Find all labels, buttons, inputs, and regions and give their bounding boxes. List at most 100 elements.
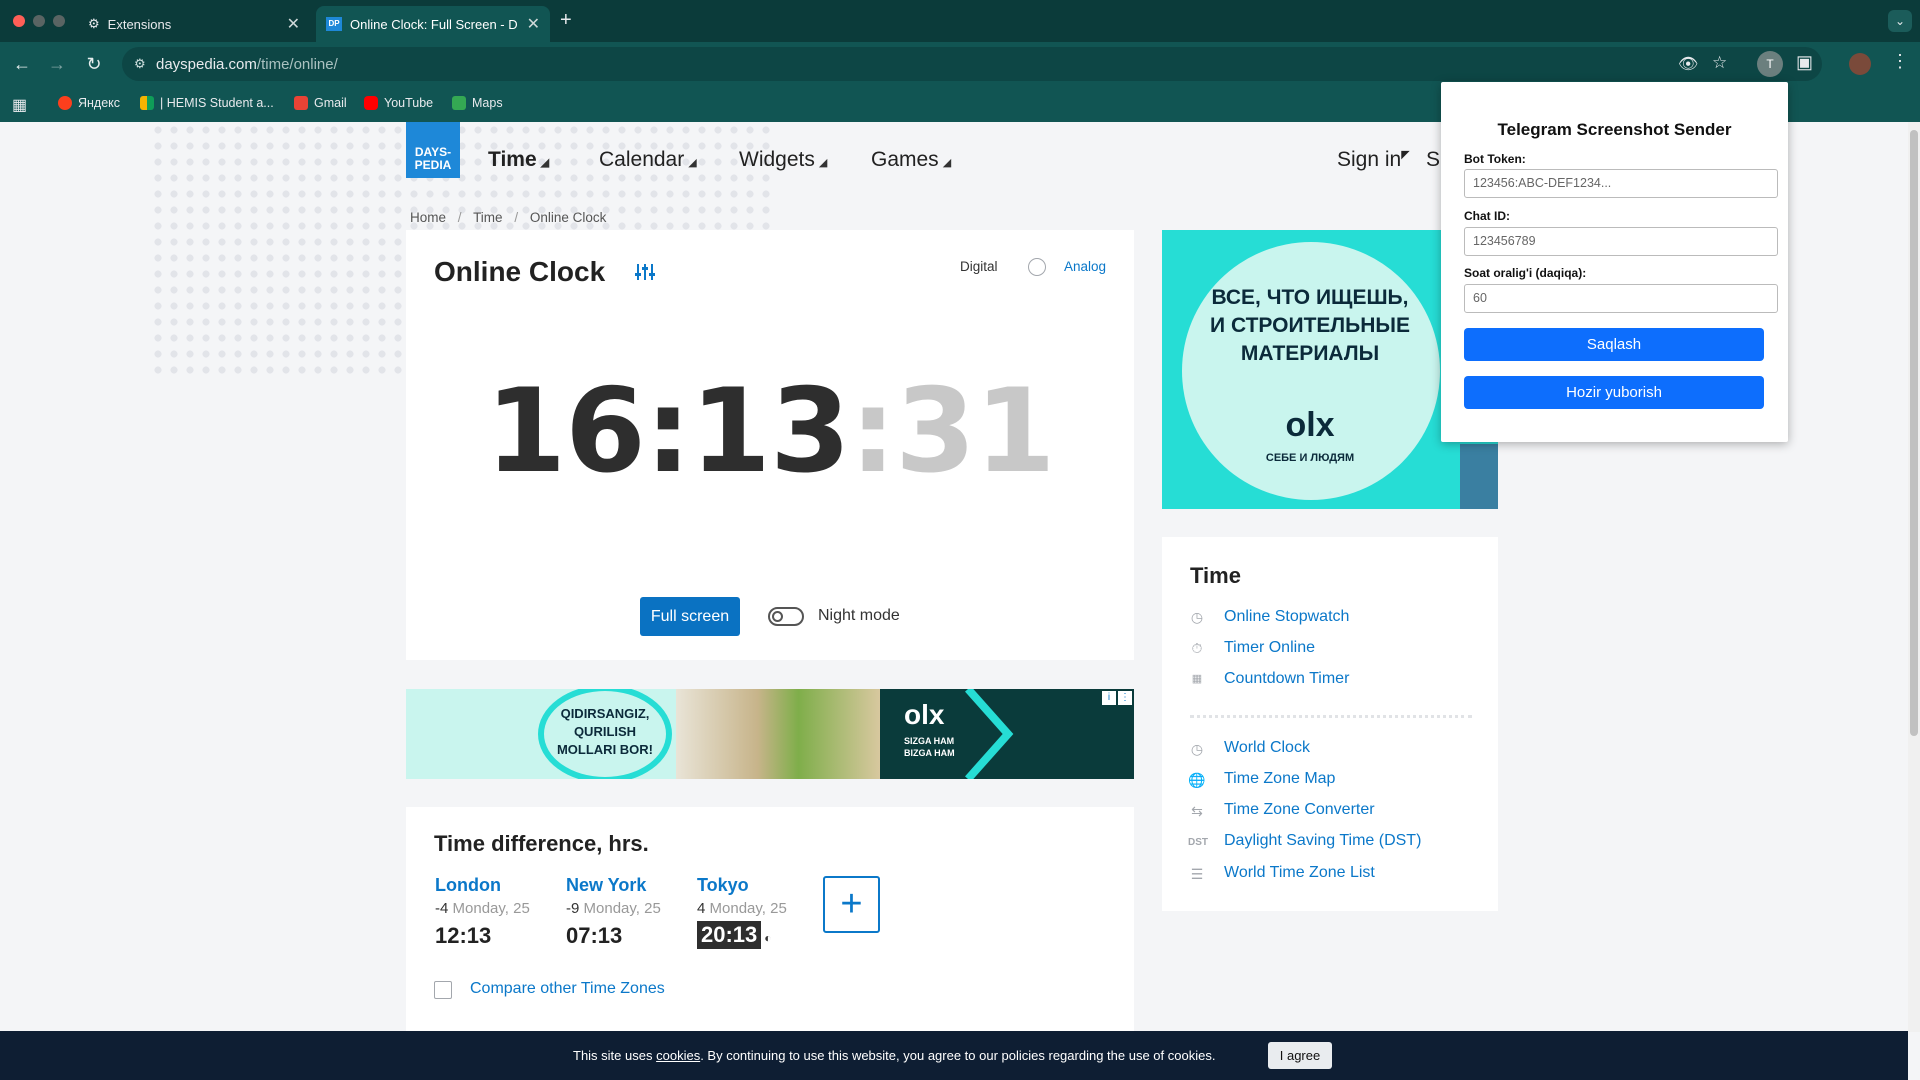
interval-input[interactable]: 60	[1464, 284, 1778, 313]
settings-sliders-icon[interactable]	[634, 262, 656, 282]
scrollbar-thumb[interactable]	[1910, 130, 1918, 736]
chevron-icon: ◢	[942, 157, 952, 169]
sidebar-item-time-zone-converter[interactable]: Time Zone Converter	[1224, 801, 1375, 819]
sidebar-item-countdown-timer[interactable]: Countdown Timer	[1224, 670, 1349, 688]
close-icon[interactable]: ✕	[527, 14, 540, 34]
sidebar-time-card: Time	[1162, 537, 1498, 911]
new-tab-icon[interactable]: +	[560, 9, 572, 32]
ad-close-icon[interactable]: ⋮	[1118, 691, 1132, 705]
chat-id-input[interactable]: 123456789	[1464, 227, 1778, 256]
extension-telegram-icon[interactable]: T	[1757, 51, 1783, 77]
youtube-icon	[364, 96, 378, 110]
city-time: 12:13	[435, 923, 492, 948]
page-title: Online Clock	[434, 256, 606, 287]
dayspedia-favicon-icon: DP	[326, 17, 342, 31]
city-name[interactable]: London	[435, 875, 530, 896]
sidebar-item-world-time-zone-list[interactable]: World Time Zone List	[1224, 864, 1375, 882]
menu-games[interactable]: Games ◢	[871, 148, 951, 172]
ad-tagline: СЕБЕ И ЛЮДЯМ	[1265, 452, 1355, 464]
cookie-policy-link[interactable]: cookies	[656, 1048, 700, 1063]
city-date: Monday, 25	[709, 900, 787, 917]
digital-mode-tab[interactable]: Digital	[960, 259, 998, 274]
sidebar-title: Time	[1190, 563, 1241, 588]
sidebar-item-online-stopwatch[interactable]: Online Stopwatch	[1224, 608, 1349, 626]
city-offset: -9	[566, 900, 580, 917]
forward-arrow-icon[interactable]: →	[45, 52, 69, 76]
compare-timezones-link[interactable]: Compare other Time Zones	[470, 980, 665, 998]
send-now-button[interactable]: Hozir yuborish	[1464, 376, 1764, 409]
secondary-menu-partial[interactable]: S	[1426, 148, 1440, 172]
sidebar-item-timer-online[interactable]: Timer Online	[1224, 639, 1315, 657]
bookmark-youtube[interactable]: YouTube	[364, 96, 433, 110]
ad-olx-banner[interactable]: QIDIRSANGIZ, QURILISH MOLLARI BOR! olx S…	[406, 689, 1134, 779]
close-icon[interactable]: ✕	[287, 14, 300, 34]
bookmark-hemis[interactable]: | HEMIS Student a...	[140, 96, 274, 110]
sign-in-label: Sign in	[1337, 148, 1402, 171]
window-minimize-dot[interactable]	[33, 15, 45, 27]
tab-online-clock[interactable]: DP Online Clock: Full Screen - D ✕	[316, 6, 550, 42]
interval-label: Soat oralig'i (daqiqa):	[1464, 266, 1587, 280]
half-moon-icon: ◐	[764, 931, 772, 945]
add-city-button[interactable]: +	[823, 876, 880, 933]
reload-icon[interactable]: ↻	[82, 52, 106, 76]
city-name[interactable]: Tokyo	[697, 875, 787, 896]
save-button[interactable]: Saqlash	[1464, 328, 1764, 361]
dst-icon: DST	[1188, 837, 1208, 848]
city-london[interactable]: London -4 Monday, 25 12:13	[435, 875, 530, 949]
url-host: dayspedia.com	[156, 55, 257, 73]
city-time-night: 20:13	[697, 921, 762, 949]
tab-extensions[interactable]: ⚙ Extensions ✕	[78, 6, 310, 42]
breadcrumb-time[interactable]: Time	[473, 210, 503, 225]
fullscreen-button[interactable]: Full screen	[640, 597, 740, 636]
timer-icon: ⏱	[1191, 640, 1203, 656]
olx-logo: olx	[904, 699, 945, 730]
bookmark-yandex[interactable]: Яндекс	[58, 96, 120, 110]
menu-time[interactable]: Time ◢	[488, 148, 549, 172]
clock-hours: 16	[485, 364, 645, 499]
window-close-dot[interactable]	[13, 15, 25, 27]
sidebar-item-world-clock[interactable]: World Clock	[1224, 739, 1310, 757]
city-new-york[interactable]: New York -9 Monday, 25 07:13	[566, 875, 661, 949]
night-mode-toggle[interactable]	[768, 607, 804, 626]
time-difference-card: Time difference, hrs. London -4 Monday, …	[406, 807, 1134, 1031]
ad-banner-headline: QIDIRSANGIZ, QURILISH MOLLARI BOR!	[556, 706, 654, 757]
menu-widgets[interactable]: Widgets ◢	[739, 148, 827, 172]
sign-in-link[interactable]: Sign in◤	[1337, 148, 1410, 172]
back-arrow-icon[interactable]: ←	[10, 52, 34, 76]
tab-search-chevron-icon[interactable]: ⌄	[1888, 10, 1912, 32]
bookmark-label: Maps	[472, 96, 503, 110]
menu-label: Calendar	[599, 148, 685, 171]
bookmark-maps[interactable]: Maps	[452, 96, 503, 110]
city-tokyo[interactable]: Tokyo 4 Monday, 25 20:13 ◐	[697, 875, 787, 949]
cookie-agree-button[interactable]: I agree	[1268, 1042, 1332, 1069]
site-info-icon[interactable]: ⚙	[134, 56, 146, 72]
hemis-icon	[140, 96, 154, 110]
extensions-puzzle-icon[interactable]: ▣	[1796, 52, 1813, 73]
bookmark-star-icon[interactable]: ☆	[1712, 53, 1727, 73]
site-logo[interactable]: DAYS- PEDIA	[406, 122, 460, 178]
menu-label: Time	[488, 148, 537, 171]
gmail-icon	[294, 96, 308, 110]
city-name[interactable]: New York	[566, 875, 661, 896]
ad-info-icon[interactable]: i	[1102, 691, 1116, 705]
maps-icon	[452, 96, 466, 110]
eye-slash-icon[interactable]: 👁	[1678, 54, 1698, 74]
sidebar-item-dst[interactable]: Daylight Saving Time (DST)	[1224, 832, 1421, 850]
clock-seconds: 31	[895, 364, 1055, 499]
apps-grid-icon[interactable]: ▦	[12, 95, 27, 115]
bookmark-gmail[interactable]: Gmail	[294, 96, 347, 110]
cookie-banner: This site uses cookies. By continuing to…	[0, 1031, 1908, 1080]
city-date: Monday, 25	[452, 900, 530, 917]
window-maximize-dot[interactable]	[53, 15, 65, 27]
city-offset: 4	[697, 900, 706, 917]
avatar[interactable]	[1849, 53, 1871, 75]
breadcrumb-home[interactable]: Home	[410, 210, 446, 225]
menu-label: Widgets	[739, 148, 815, 171]
sidebar-item-time-zone-map[interactable]: Time Zone Map	[1224, 770, 1335, 788]
popup-title: Telegram Screenshot Sender	[1497, 120, 1732, 139]
bot-token-input[interactable]: 123456:ABC-DEF1234...	[1464, 169, 1778, 198]
menu-kebab-icon[interactable]: ⋮	[1891, 51, 1909, 72]
address-bar[interactable]: ⚙ dayspedia.com/time/online/ 👁 ☆	[122, 47, 1822, 81]
analog-mode-tab[interactable]: Analog	[1064, 259, 1106, 274]
menu-calendar[interactable]: Calendar ◢	[599, 148, 697, 172]
